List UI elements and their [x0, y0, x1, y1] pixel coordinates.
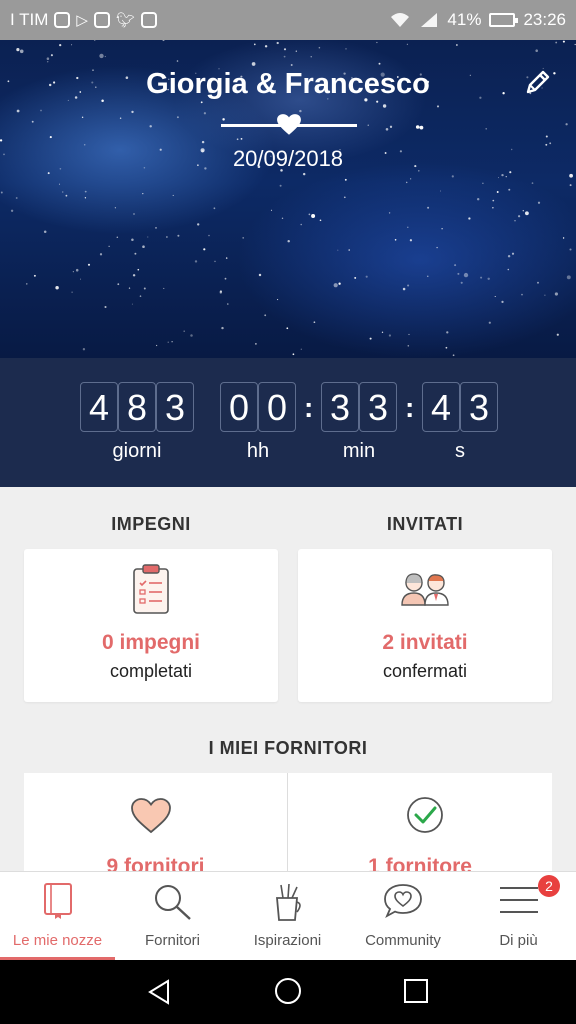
back-icon[interactable] — [146, 978, 174, 1006]
nav-le-mie-nozze[interactable]: Le mie nozze — [0, 872, 115, 961]
check-circle-icon — [407, 797, 443, 833]
minutes-label: min — [342, 440, 376, 462]
digit: 0 — [220, 382, 258, 432]
impegni-title: IMPEGNI — [111, 514, 191, 534]
nav-label: Di più — [499, 932, 538, 949]
colon-separator: : — [304, 392, 314, 423]
couple-names: Giorgia & Francesco — [146, 68, 430, 100]
twitter-icon: 🐦︎ — [115, 12, 136, 29]
clipboard-icon — [133, 564, 169, 614]
bottom-nav: Le mie nozze Fornitori Ispirazioni Commu… — [0, 871, 576, 961]
heart-icon — [277, 114, 301, 135]
digit: 3 — [321, 382, 359, 432]
fornitori-title: I MIEI FORNITORI — [208, 738, 368, 758]
nav-label: Fornitori — [144, 932, 200, 949]
instagram-icon — [93, 12, 110, 28]
fornitori-card[interactable]: 9 fornitori 1 fornitore — [24, 773, 552, 873]
hero-banner: Giorgia & Francesco 20/09/2018 — [0, 40, 576, 358]
nav-label: Le mie nozze — [12, 932, 103, 949]
nav-community[interactable]: Community — [345, 872, 461, 961]
impegni-card[interactable]: 0 impegni completati — [24, 549, 278, 702]
seconds-digits: 4 3 — [422, 382, 498, 432]
digit: 8 — [118, 382, 156, 432]
hours-digits: 0 0 — [220, 382, 296, 432]
colon-separator: : — [405, 392, 415, 423]
clock: 23:26 — [523, 10, 566, 29]
days-digits: 4 8 3 — [80, 382, 194, 432]
battery-percent: 41% — [447, 10, 482, 29]
status-bar: I TIM ▷ 🐦︎ 41% 23:26 — [0, 0, 576, 40]
digit: 3 — [156, 382, 194, 432]
invitati-card[interactable]: 2 invitati confermati — [298, 549, 552, 702]
signal-icon — [421, 13, 438, 27]
menu-icon — [499, 887, 538, 913]
days-label: giorni — [112, 440, 162, 462]
digit: 4 — [80, 382, 118, 432]
home-icon[interactable] — [274, 977, 302, 1005]
wifi-icon — [391, 13, 410, 27]
battery-icon — [489, 13, 519, 27]
digit: 3 — [460, 382, 498, 432]
invitati-value: 2 invitati — [382, 631, 468, 654]
impegni-value: 0 impegni — [101, 631, 201, 654]
heart-icon — [131, 798, 171, 834]
chat-heart-icon — [384, 884, 422, 919]
search-icon — [154, 885, 191, 920]
nav-label: Community — [365, 932, 441, 949]
instagram-icon — [54, 12, 71, 28]
impegni-sub: completati — [109, 661, 193, 681]
notebook-icon — [43, 883, 72, 919]
digit: 4 — [422, 382, 460, 432]
invitati-sub: confermati — [382, 661, 468, 681]
play-icon: ▷ — [76, 12, 88, 29]
minutes-digits: 3 3 — [321, 382, 397, 432]
nav-fornitori[interactable]: Fornitori — [115, 872, 230, 961]
notification-badge: 2 — [538, 875, 560, 897]
hours-label: hh — [246, 440, 270, 462]
android-nav-bar — [0, 960, 576, 1024]
carrier-label: I TIM — [10, 10, 49, 29]
nav-ispirazioni[interactable]: Ispirazioni — [230, 872, 345, 961]
digit: 3 — [359, 382, 397, 432]
brush-cup-icon — [275, 883, 301, 921]
digit: 0 — [258, 382, 296, 432]
guests-icon — [401, 573, 449, 606]
seconds-label: s — [455, 440, 465, 462]
facebook-icon — [141, 12, 158, 28]
pencil-icon[interactable] — [522, 66, 554, 98]
countdown-panel: 4 8 3 0 0 : 3 3 : 4 3 giorni hh min s — [0, 358, 576, 487]
recents-icon[interactable] — [403, 978, 429, 1004]
wedding-date: 20/09/2018 — [232, 146, 344, 171]
invitati-title: INVITATI — [386, 514, 464, 534]
nav-label: Ispirazioni — [253, 932, 322, 949]
